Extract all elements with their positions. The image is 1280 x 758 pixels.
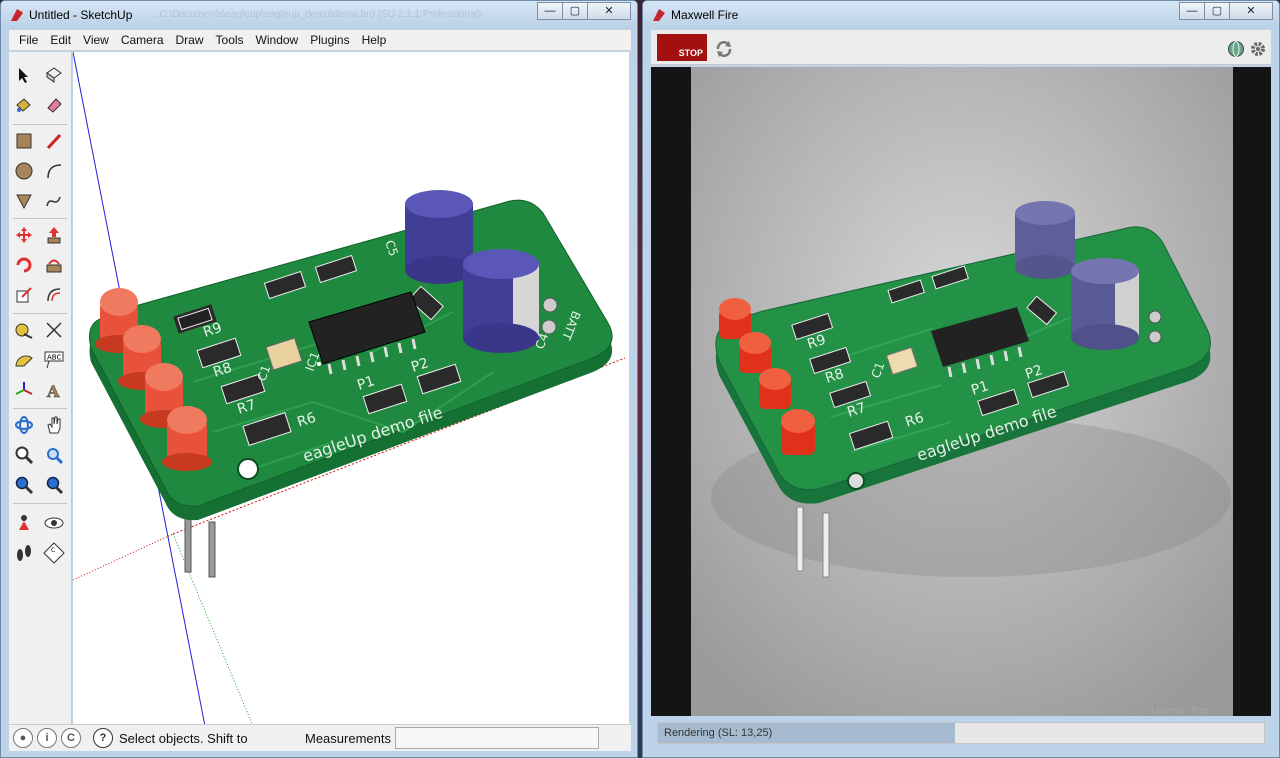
credits-icon[interactable]: i bbox=[37, 728, 57, 748]
pencil-icon[interactable] bbox=[41, 128, 67, 154]
menu-file[interactable]: File bbox=[13, 33, 44, 47]
text-tool-icon[interactable]: ABC bbox=[41, 347, 67, 373]
render-progress: Rendering (SL: 13,25) bbox=[657, 722, 1265, 744]
capacitor-c4 bbox=[463, 249, 539, 353]
freehand-icon[interactable] bbox=[41, 188, 67, 214]
menu-view[interactable]: View bbox=[77, 33, 115, 47]
scale-icon[interactable] bbox=[11, 282, 37, 308]
geo-location-icon[interactable]: ● bbox=[13, 728, 33, 748]
paint-bucket-icon[interactable] bbox=[11, 92, 37, 118]
sketchup-window: Untitled - SketchUp ...C:\Documents\eagl… bbox=[0, 0, 638, 758]
close-button[interactable]: ✕ bbox=[587, 2, 631, 20]
position-camera-icon[interactable] bbox=[11, 510, 37, 536]
svg-text:A: A bbox=[46, 382, 60, 400]
dimension-icon[interactable] bbox=[41, 317, 67, 343]
window-title: Untitled - SketchUp bbox=[29, 8, 133, 22]
batt-pad bbox=[542, 297, 558, 313]
look-around-icon[interactable] bbox=[41, 510, 67, 536]
maximize-button[interactable]: ▢ bbox=[1204, 2, 1230, 20]
refresh-icon[interactable] bbox=[715, 40, 733, 58]
zoom-window-icon[interactable] bbox=[41, 442, 67, 468]
rendered-pcb: R9 R8 R7 R6 C1 P1 P2 eagleUp demo file L… bbox=[651, 67, 1271, 716]
follow-me-icon[interactable] bbox=[41, 252, 67, 278]
zoom-icon[interactable] bbox=[11, 442, 37, 468]
status-bar: ● i C ? Select objects. Shift to Measure… bbox=[9, 724, 631, 751]
window-title: Maxwell Fire bbox=[671, 8, 739, 22]
led-1 bbox=[162, 406, 212, 471]
close-button[interactable]: ✕ bbox=[1229, 2, 1273, 20]
move-icon[interactable] bbox=[11, 222, 37, 248]
render-viewport[interactable]: R9 R8 R7 R6 C1 P1 P2 eagleUp demo file L… bbox=[651, 67, 1271, 716]
menu-window[interactable]: Window bbox=[250, 33, 305, 47]
orbit-icon[interactable] bbox=[11, 412, 37, 438]
3d-text-icon[interactable]: A bbox=[41, 377, 67, 403]
menu-bar: File Edit View Camera Draw Tools Window … bbox=[9, 30, 631, 51]
rotate-icon[interactable] bbox=[11, 252, 37, 278]
menu-help[interactable]: Help bbox=[356, 33, 393, 47]
walk-icon[interactable] bbox=[11, 540, 37, 566]
status-text: Select objects. Shift to bbox=[119, 730, 248, 746]
batt-pad bbox=[541, 319, 557, 335]
minimize-button[interactable]: — bbox=[537, 2, 563, 20]
measurements-input[interactable] bbox=[394, 727, 599, 749]
minimize-button[interactable]: — bbox=[1179, 2, 1205, 20]
model-viewport[interactable]: R9 R8 R7 R6 C1 IC1 P1 P2 C5 C4 BATT eagl… bbox=[73, 52, 629, 724]
maximize-button[interactable]: ▢ bbox=[562, 2, 588, 20]
maxwell-app-icon bbox=[653, 9, 665, 21]
arc-icon[interactable] bbox=[41, 158, 67, 184]
make-component-icon[interactable] bbox=[41, 62, 67, 88]
help-icon[interactable]: ? bbox=[93, 728, 113, 748]
tape-measure-icon[interactable] bbox=[11, 317, 37, 343]
protractor-icon[interactable] bbox=[11, 347, 37, 373]
background-path: ...C:\Documents\eagleup\eagleup_demo\dem… bbox=[151, 9, 482, 20]
license-text: License: Free bbox=[1151, 706, 1210, 716]
pin bbox=[208, 521, 216, 578]
eraser-icon[interactable] bbox=[41, 92, 67, 118]
pan-hand-icon[interactable] bbox=[41, 412, 67, 438]
select-tool-icon[interactable] bbox=[11, 62, 37, 88]
globe-icon[interactable] bbox=[1227, 40, 1245, 58]
axes-icon[interactable] bbox=[11, 377, 37, 403]
zoom-extents-icon[interactable] bbox=[11, 472, 37, 498]
menu-edit[interactable]: Edit bbox=[44, 33, 77, 47]
pcb-model: R9 R8 R7 R6 C1 IC1 P1 P2 C5 C4 BATT eagl… bbox=[73, 52, 626, 724]
fire-toolbar: STOP bbox=[651, 30, 1271, 65]
polygon-icon[interactable] bbox=[11, 188, 37, 214]
menu-plugins[interactable]: Plugins bbox=[304, 33, 355, 47]
mount-hole bbox=[237, 458, 259, 480]
settings-gear-icon[interactable] bbox=[1249, 40, 1267, 58]
circle-icon[interactable] bbox=[11, 158, 37, 184]
measurements-label: Measurements bbox=[305, 730, 391, 746]
sketchup-app-icon bbox=[11, 9, 23, 21]
sketchup-titlebar[interactable]: Untitled - SketchUp ...C:\Documents\eagl… bbox=[1, 1, 637, 29]
menu-camera[interactable]: Camera bbox=[115, 33, 170, 47]
tools-toolbar: ABC A C bbox=[9, 52, 72, 724]
svg-text:C: C bbox=[51, 547, 55, 554]
maxwell-window: Maxwell Fire — ▢ ✕ STOP R9 R8 R7 R6 C1 P… bbox=[642, 0, 1280, 758]
previous-view-icon[interactable] bbox=[41, 472, 67, 498]
pin bbox=[184, 516, 192, 573]
offset-icon[interactable] bbox=[41, 282, 67, 308]
sign-in-icon[interactable]: C bbox=[61, 728, 81, 748]
svg-text:ABC: ABC bbox=[47, 354, 61, 362]
rectangle-icon[interactable] bbox=[11, 128, 37, 154]
capacitor-c5 bbox=[405, 190, 473, 284]
menu-tools[interactable]: Tools bbox=[210, 33, 250, 47]
progress-text: Rendering (SL: 13,25) bbox=[664, 727, 773, 739]
section-plane-icon[interactable]: C bbox=[41, 540, 67, 566]
maxwell-titlebar[interactable]: Maxwell Fire — ▢ ✕ bbox=[643, 1, 1279, 29]
stop-button[interactable]: STOP bbox=[657, 34, 707, 61]
push-pull-icon[interactable] bbox=[41, 222, 67, 248]
menu-draw[interactable]: Draw bbox=[170, 33, 210, 47]
